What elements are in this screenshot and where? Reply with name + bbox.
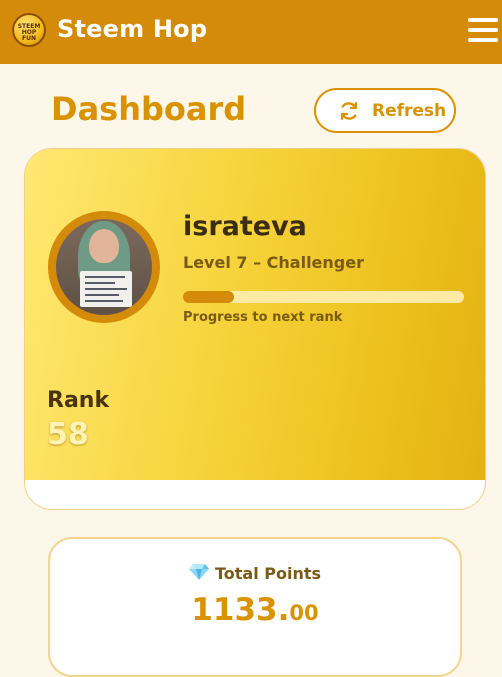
rank-progress-fill [183, 291, 234, 303]
rank-label: Rank [47, 388, 110, 413]
gem-icon [188, 564, 209, 580]
total-points-label: Total Points [214, 564, 322, 583]
points-integer: 1133. [191, 592, 290, 628]
rank-value: 58 [47, 417, 89, 452]
hamburger-menu-icon[interactable] [468, 16, 498, 44]
points-decimal: 00 [289, 601, 319, 625]
avatar-photo [56, 219, 152, 315]
refresh-button[interactable]: Refresh [314, 88, 456, 133]
app-title[interactable]: Steem Hop [57, 15, 207, 43]
refresh-icon [340, 102, 358, 120]
total-points-card: Total Points 1133.00 [48, 537, 462, 677]
progress-caption: Progress to next rank [183, 310, 343, 325]
rank-progress-bar [183, 291, 464, 303]
refresh-label: Refresh [372, 101, 447, 121]
logo-text: STEEM HOP FUN [17, 23, 41, 42]
total-points-header: Total Points [50, 563, 460, 583]
username: israteva [183, 211, 307, 242]
avatar[interactable] [48, 211, 160, 323]
profile-card: israteva Level 7 – Challenger Progress t… [24, 148, 486, 510]
profile-card-banner: israteva Level 7 – Challenger Progress t… [25, 149, 485, 480]
level-label: Level 7 – Challenger [183, 253, 364, 272]
app-logo[interactable]: STEEM HOP FUN [12, 13, 46, 47]
top-bar: STEEM HOP FUN Steem Hop [0, 0, 502, 64]
total-points-value: 1133.00 [50, 592, 460, 628]
page-title: Dashboard [51, 90, 247, 128]
